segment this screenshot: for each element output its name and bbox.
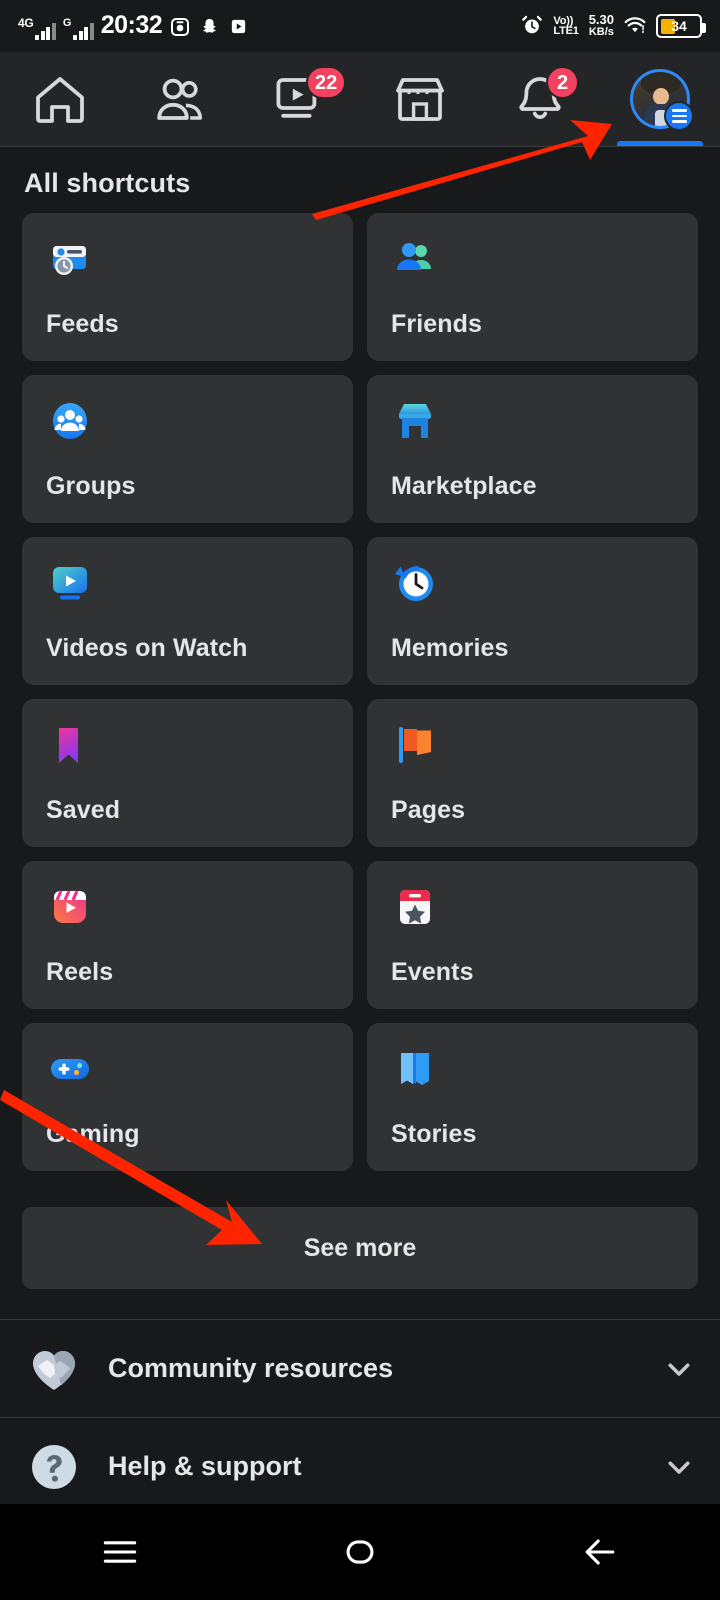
shortcut-label: Events: [391, 958, 674, 987]
snapchat-icon: [198, 16, 220, 38]
shortcut-label: Memories: [391, 634, 674, 663]
shortcut-label: Reels: [46, 958, 329, 987]
events-calendar-icon: [391, 883, 441, 933]
shortcut-reels[interactable]: Reels: [22, 861, 353, 1009]
signal-bars-1: [35, 22, 56, 40]
nav-home-button[interactable]: [240, 1530, 480, 1574]
hamburger-icon: [98, 1530, 142, 1574]
shortcut-marketplace[interactable]: Marketplace: [367, 375, 698, 523]
status-clock: 20:32: [101, 13, 162, 38]
see-more-button[interactable]: See more: [22, 1207, 698, 1289]
back-arrow-icon: [578, 1530, 622, 1574]
shortcuts-grid: Feeds Friends: [0, 213, 720, 1171]
shortcut-groups[interactable]: Groups: [22, 375, 353, 523]
wifi-icon: [624, 14, 646, 36]
chevron-down-icon[interactable]: [664, 1354, 694, 1384]
shortcut-label: Feeds: [46, 310, 329, 339]
row-label: Community resources: [108, 1353, 638, 1384]
home-circle-icon: [338, 1530, 382, 1574]
signal-bars-2: [73, 22, 94, 40]
network-type-secondary: G: [63, 18, 71, 29]
android-navigation-bar: [0, 1504, 720, 1600]
shortcut-label: Marketplace: [391, 472, 674, 501]
feeds-icon: [46, 235, 96, 285]
hamburger-menu-icon: [664, 101, 694, 131]
active-tab-indicator: [617, 141, 703, 146]
friends-color-icon: [391, 235, 441, 285]
signal-indicator-2: G: [63, 18, 94, 40]
battery-level: 34: [661, 18, 698, 34]
net-speed-unit: KB/s: [589, 26, 614, 38]
youtube-icon: [227, 16, 249, 38]
stories-book-icon: [391, 1045, 441, 1095]
marketplace-icon: [392, 71, 448, 127]
alarm-icon: [521, 14, 543, 36]
groups-icon: [46, 397, 96, 447]
notifications-badge: 2: [546, 66, 579, 99]
battery-indicator: 34: [656, 14, 702, 38]
net-speed-value: 5.30: [589, 12, 614, 27]
memories-icon: [391, 559, 441, 609]
shortcut-memories[interactable]: Memories: [367, 537, 698, 685]
watch-icon: [46, 559, 96, 609]
shortcut-events[interactable]: Events: [367, 861, 698, 1009]
shortcut-label: Saved: [46, 796, 329, 825]
nav-back-button[interactable]: [480, 1530, 720, 1574]
pages-flag-icon: [391, 721, 441, 771]
tab-friends[interactable]: [120, 52, 240, 146]
shortcut-gaming[interactable]: Gaming: [22, 1023, 353, 1171]
shortcut-label: Videos on Watch: [46, 634, 329, 663]
chevron-down-icon[interactable]: [664, 1452, 694, 1482]
network-type-primary: 4G: [18, 17, 33, 29]
question-circle-icon: [26, 1439, 82, 1495]
tab-menu[interactable]: [600, 52, 720, 146]
phone-screen: 4G G 20:32 Vo)) LTE1: [0, 0, 720, 1600]
tab-marketplace[interactable]: [360, 52, 480, 146]
gaming-gamepad-icon: [46, 1045, 96, 1095]
top-navigation-bar: 22 2: [0, 52, 720, 147]
tab-video[interactable]: 22: [240, 52, 360, 146]
menu-content: All shortcuts Feeds: [0, 148, 720, 1504]
tab-home[interactable]: [0, 52, 120, 146]
row-help-and-support[interactable]: Help & support: [0, 1418, 720, 1504]
reels-icon: [46, 883, 96, 933]
shortcut-stories[interactable]: Stories: [367, 1023, 698, 1171]
page-title: All shortcuts: [0, 148, 720, 213]
shortcut-label: Stories: [391, 1120, 674, 1149]
volte-line-2: LTE1: [553, 26, 578, 36]
home-icon: [32, 71, 88, 127]
volte-indicator: Vo)) LTE1: [553, 16, 578, 36]
shortcut-friends[interactable]: Friends: [367, 213, 698, 361]
saved-bookmark-icon: [46, 721, 96, 771]
row-label: Help & support: [108, 1451, 638, 1482]
status-bar: 4G G 20:32 Vo)) LTE1: [0, 0, 720, 52]
nav-recents-button[interactable]: [0, 1530, 240, 1574]
shortcut-label: Friends: [391, 310, 674, 339]
handshake-heart-icon: [26, 1341, 82, 1397]
video-badge: 22: [306, 66, 346, 99]
signal-indicator-1: 4G: [18, 17, 56, 40]
tab-notifications[interactable]: 2: [480, 52, 600, 146]
shortcut-label: Groups: [46, 472, 329, 501]
shortcut-feeds[interactable]: Feeds: [22, 213, 353, 361]
network-speed: 5.30 KB/s: [589, 14, 614, 38]
shortcut-label: Gaming: [46, 1120, 329, 1149]
shortcut-label: Pages: [391, 796, 674, 825]
marketplace-color-icon: [391, 397, 441, 447]
shortcut-pages[interactable]: Pages: [367, 699, 698, 847]
row-community-resources[interactable]: Community resources: [0, 1320, 720, 1418]
shortcut-videos-on-watch[interactable]: Videos on Watch: [22, 537, 353, 685]
friends-icon: [152, 71, 208, 127]
camera-icon: [169, 16, 191, 38]
shortcut-saved[interactable]: Saved: [22, 699, 353, 847]
